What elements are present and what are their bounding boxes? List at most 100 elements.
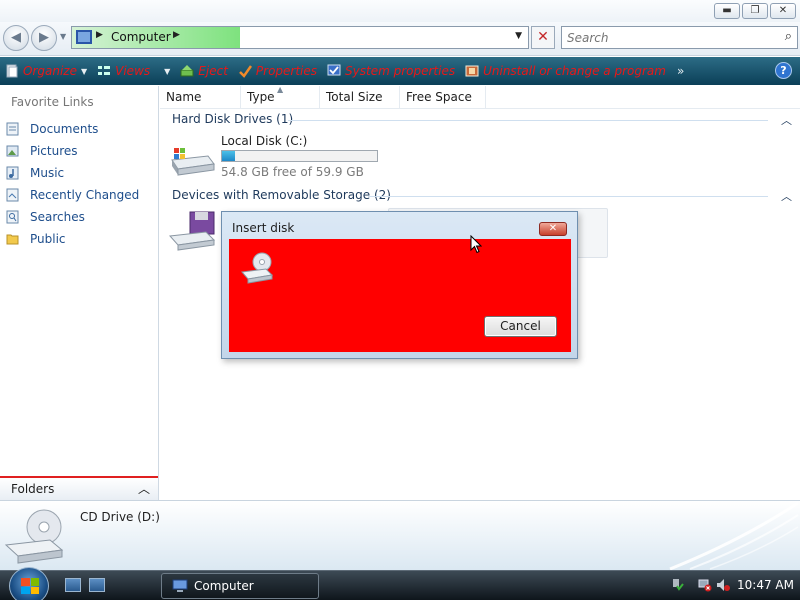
volume-muted-icon[interactable] — [716, 578, 730, 592]
details-swoosh-decoration — [669, 501, 799, 570]
chevron-up-icon: ︿ — [137, 482, 150, 496]
collapse-group-icon[interactable]: ︿ — [781, 188, 792, 204]
favorite-links-title: Favorite Links — [11, 95, 94, 109]
public-folder-icon — [6, 234, 19, 245]
fav-music-label: Music — [30, 166, 65, 180]
search-icon[interactable]: ⌕ — [785, 29, 792, 44]
switch-windows-icon[interactable] — [89, 578, 105, 592]
fav-public[interactable]: Public — [6, 228, 139, 250]
views-button[interactable]: Views ▼ — [92, 57, 175, 85]
network-disconnected-icon[interactable] — [698, 578, 712, 592]
breadcrumb-separator-icon[interactable]: ▶ — [96, 30, 103, 40]
properties-icon — [239, 65, 252, 78]
details-item-name: CD Drive (D:) — [80, 510, 160, 524]
breadcrumb-computer[interactable]: Computer — [111, 30, 171, 44]
eject-label: Eject — [198, 64, 228, 78]
properties-label: Properties — [255, 64, 318, 78]
insert-disk-dialog: Insert disk ✕ Cancel — [221, 211, 578, 359]
window-controls: ▬ ❐ ✕ — [714, 3, 796, 19]
maximize-button[interactable]: ❐ — [742, 3, 768, 19]
breadcrumb-chevron-icon[interactable]: ▶ — [173, 30, 180, 40]
column-free-space[interactable]: Free Space — [400, 86, 486, 109]
sort-arrow-icon: ▲ — [277, 85, 284, 94]
fav-documents[interactable]: Documents — [6, 118, 139, 140]
views-label: Views — [115, 64, 151, 78]
dialog-body: Cancel — [229, 239, 571, 352]
cancel-button[interactable]: Cancel — [484, 316, 557, 337]
address-dropdown-icon[interactable]: ▼ — [515, 31, 522, 41]
safely-remove-hardware-icon[interactable] — [670, 578, 684, 592]
windows-logo-icon — [21, 578, 39, 594]
back-button[interactable]: ◀ — [3, 25, 29, 51]
search-box[interactable]: ⌕ — [561, 26, 798, 49]
searches-icon — [6, 210, 19, 224]
views-icon — [98, 66, 111, 75]
folders-label: Folders — [11, 482, 55, 496]
show-desktop-icon[interactable] — [65, 578, 81, 592]
start-button[interactable] — [9, 567, 49, 600]
group-removable-storage[interactable]: Devices with Removable Storage (2) — [172, 188, 391, 202]
organize-label: Organize — [23, 64, 77, 78]
forward-button[interactable]: ▶ — [31, 25, 57, 51]
address-row: ◀ ▶ ▼ ▶ Computer ▶ ▼ ✕ ⌕ — [0, 22, 800, 56]
command-bar: Organize ▼ Views ▼ Eject Properties Syst… — [0, 57, 800, 85]
stop-button[interactable]: ✕ — [531, 26, 555, 49]
system-properties-label: System properties — [345, 64, 456, 78]
dialog-close-button[interactable]: ✕ — [539, 222, 567, 236]
organize-button[interactable]: Organize ▼ — [0, 57, 92, 85]
fav-music[interactable]: Music — [6, 162, 139, 184]
recently-changed-icon — [6, 188, 19, 202]
collapse-group-icon[interactable]: ︿ — [781, 112, 792, 128]
local-disk-name[interactable]: Local Disk (C:) — [221, 134, 307, 148]
fav-pictures[interactable]: Pictures — [6, 140, 139, 162]
chevron-down-icon: ▼ — [164, 66, 171, 76]
properties-button[interactable]: Properties — [233, 57, 322, 85]
title-bar: ▬ ❐ ✕ — [0, 0, 800, 22]
search-input[interactable] — [562, 27, 762, 48]
fav-public-label: Public — [30, 232, 66, 246]
music-icon — [6, 166, 19, 180]
fav-recently-changed[interactable]: Recently Changed — [6, 184, 139, 206]
taskbar: Computer 10:47 AM — [0, 567, 800, 600]
eject-button[interactable]: Eject — [175, 57, 233, 85]
documents-icon — [6, 122, 19, 136]
organize-icon — [6, 64, 18, 78]
fav-documents-label: Documents — [30, 122, 99, 136]
more-commands-icon[interactable]: » — [671, 64, 690, 78]
cd-drive-icon — [4, 509, 64, 564]
column-headers: Name Type ▲ Total Size Free Space — [160, 85, 800, 109]
eject-icon — [180, 65, 194, 77]
folders-toggle[interactable]: Folders ︿ — [0, 476, 158, 500]
details-pane: CD Drive (D:) — [0, 500, 800, 570]
clock[interactable]: 10:47 AM — [737, 578, 794, 592]
dialog-title: Insert disk — [232, 221, 295, 235]
navigation-pane: Favorite Links Documents Pictures Music … — [0, 86, 159, 500]
chevron-down-icon: ▼ — [80, 66, 88, 76]
computer-icon — [172, 579, 188, 592]
uninstall-program-button[interactable]: Uninstall or change a program — [460, 57, 671, 85]
computer-icon — [76, 30, 92, 44]
local-disk-space: 54.8 GB free of 59.9 GB — [221, 165, 364, 179]
system-properties-icon — [327, 64, 341, 76]
uninstall-icon — [465, 65, 479, 77]
disk-usage-fill — [222, 151, 236, 161]
mouse-cursor-icon — [470, 235, 482, 254]
close-window-button[interactable]: ✕ — [770, 3, 796, 19]
column-total-size[interactable]: Total Size — [320, 86, 400, 109]
minimize-button[interactable]: ▬ — [714, 3, 740, 19]
group-divider — [288, 120, 768, 121]
group-hard-disk-drives[interactable]: Hard Disk Drives (1) — [172, 112, 293, 126]
recent-pages-dropdown[interactable]: ▼ — [60, 32, 66, 41]
system-properties-button[interactable]: System properties — [322, 57, 460, 85]
cd-drive-icon — [241, 252, 274, 284]
fav-recently-changed-label: Recently Changed — [30, 188, 140, 202]
fav-searches-label: Searches — [30, 210, 85, 224]
floppy-drive-icon — [168, 211, 216, 251]
group-divider — [368, 196, 768, 197]
hard-disk-icon — [171, 148, 215, 176]
address-bar[interactable]: ▶ Computer ▶ ▼ — [71, 26, 529, 49]
taskbar-computer-button[interactable]: Computer — [161, 573, 319, 599]
help-icon[interactable]: ? — [775, 62, 792, 79]
fav-searches[interactable]: Searches — [6, 206, 139, 228]
column-name[interactable]: Name — [160, 86, 241, 109]
